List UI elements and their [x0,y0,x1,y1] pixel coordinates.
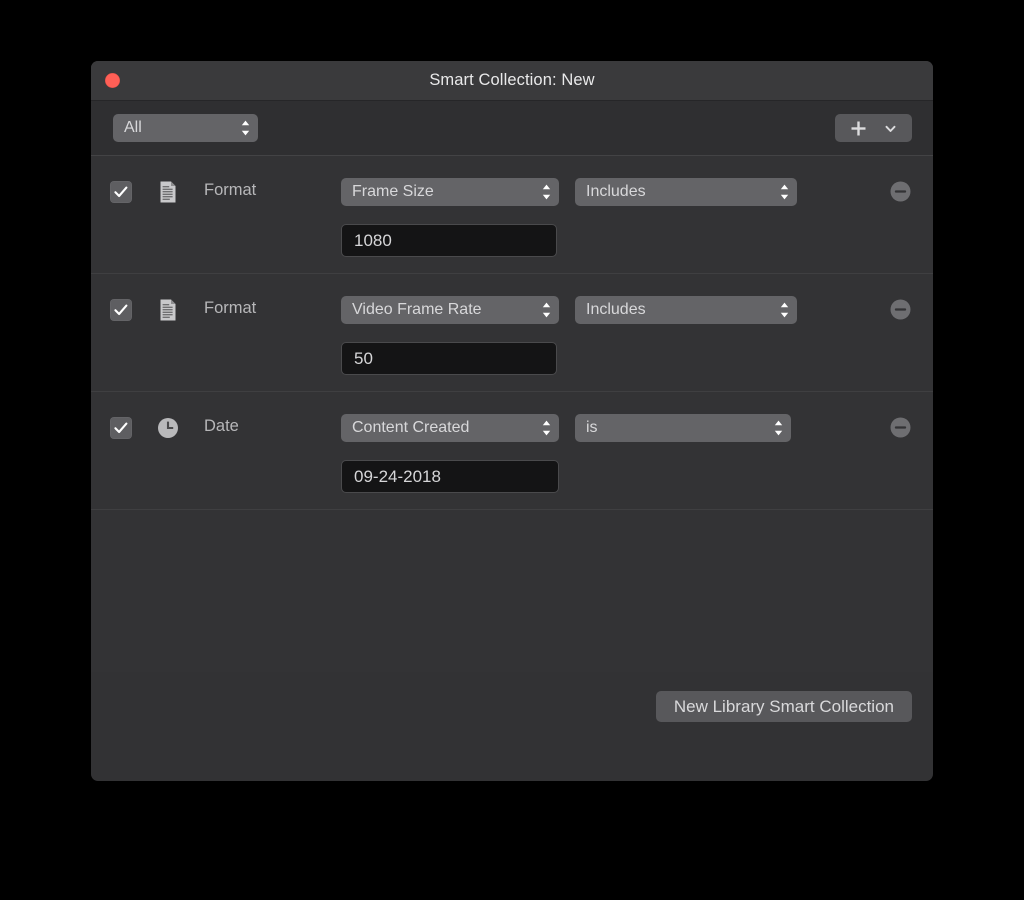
match-scope-value: All [124,119,142,137]
window-title: Smart Collection: New [429,71,594,90]
checkmark-icon [113,184,129,200]
criterion-kind-label: Date [204,417,239,436]
criterion-field-popup[interactable]: Video Frame Rate [341,296,559,324]
criterion-row-value: 09-24-2018 [91,460,933,492]
remove-criterion-button[interactable] [890,181,911,202]
criterion-value-input[interactable]: 50 [341,342,557,375]
document-icon [156,180,180,204]
criterion-operator-popup[interactable]: is [575,414,791,442]
criterion-row-main: Format Frame Size Includes [91,178,933,208]
match-scope-popup[interactable]: All [113,114,258,142]
smart-collection-window: Smart Collection: New All [91,61,933,781]
remove-criterion-button[interactable] [890,417,911,438]
criterion-operator-value: Includes [586,301,646,319]
chevron-down-icon [884,122,897,135]
criterion-value-input[interactable]: 09-24-2018 [341,460,559,493]
criteria-empty-area [91,510,933,673]
criterion-row: Date Content Created is [91,392,933,510]
stepper-icon [240,119,251,137]
criterion-row-main: Format Video Frame Rate Includes [91,296,933,326]
criterion-enabled-checkbox[interactable] [110,417,132,439]
criterion-enabled-checkbox[interactable] [110,299,132,321]
minus-circle-icon [890,417,911,438]
criteria-list: Format Frame Size Includes [91,156,933,672]
stepper-icon [773,419,784,437]
stepper-icon [541,301,552,319]
criterion-field-popup[interactable]: Content Created [341,414,559,442]
close-icon[interactable] [105,73,120,88]
criterion-kind-label: Format [204,299,256,318]
remove-criterion-button[interactable] [890,299,911,320]
checkmark-icon [113,302,129,318]
criterion-row-main: Date Content Created is [91,414,933,444]
criterion-enabled-checkbox[interactable] [110,181,132,203]
criterion-field-value: Video Frame Rate [352,301,482,319]
criterion-operator-value: is [586,419,598,437]
clock-icon [156,416,180,440]
plus-icon [850,120,867,137]
checkmark-icon [113,420,129,436]
criterion-value-input[interactable]: 1080 [341,224,557,257]
criterion-operator-value: Includes [586,183,646,201]
minus-circle-icon [890,181,911,202]
criterion-field-popup[interactable]: Frame Size [341,178,559,206]
criteria-toolbar: All [91,101,933,156]
criterion-field-value: Content Created [352,419,469,437]
screen-background: Smart Collection: New All [0,0,1024,900]
criterion-row: Format Frame Size Includes [91,156,933,274]
criterion-kind-label: Format [204,181,256,200]
stepper-icon [541,419,552,437]
criterion-row: Format Video Frame Rate Includes [91,274,933,392]
criterion-operator-popup[interactable]: Includes [575,178,797,206]
criterion-row-value: 50 [91,342,933,374]
stepper-icon [541,183,552,201]
stepper-icon [779,301,790,319]
document-icon [156,298,180,322]
criterion-field-value: Frame Size [352,183,434,201]
add-criterion-button[interactable] [835,114,912,142]
stepper-icon [779,183,790,201]
minus-circle-icon [890,299,911,320]
window-footer: New Library Smart Collection [91,672,933,740]
criterion-row-value: 1080 [91,224,933,256]
criterion-operator-popup[interactable]: Includes [575,296,797,324]
window-titlebar: Smart Collection: New [91,61,933,101]
new-library-smart-collection-button[interactable]: New Library Smart Collection [656,691,912,722]
